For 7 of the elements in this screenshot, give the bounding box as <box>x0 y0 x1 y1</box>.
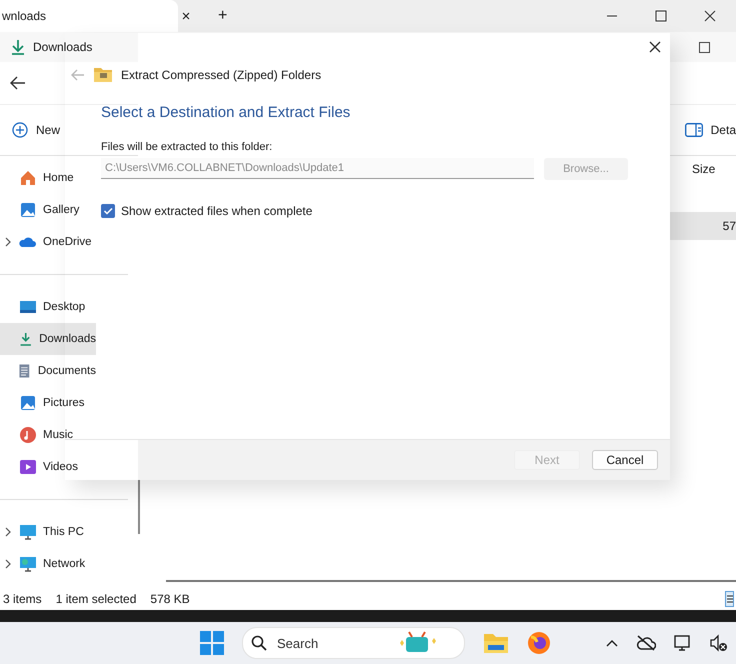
dialog-title: Extract Compressed (Zipped) Folders <box>121 68 322 82</box>
dialog-heading: Select a Destination and Extract Files <box>101 104 352 121</box>
field-label: Files will be extracted to this folder: <box>101 141 274 153</box>
window-title: Downloads <box>33 40 92 54</box>
selection-size: 578 KB <box>150 592 190 606</box>
item-count: 3 items <box>3 592 42 606</box>
selection-count: 1 item selected <box>56 592 136 606</box>
